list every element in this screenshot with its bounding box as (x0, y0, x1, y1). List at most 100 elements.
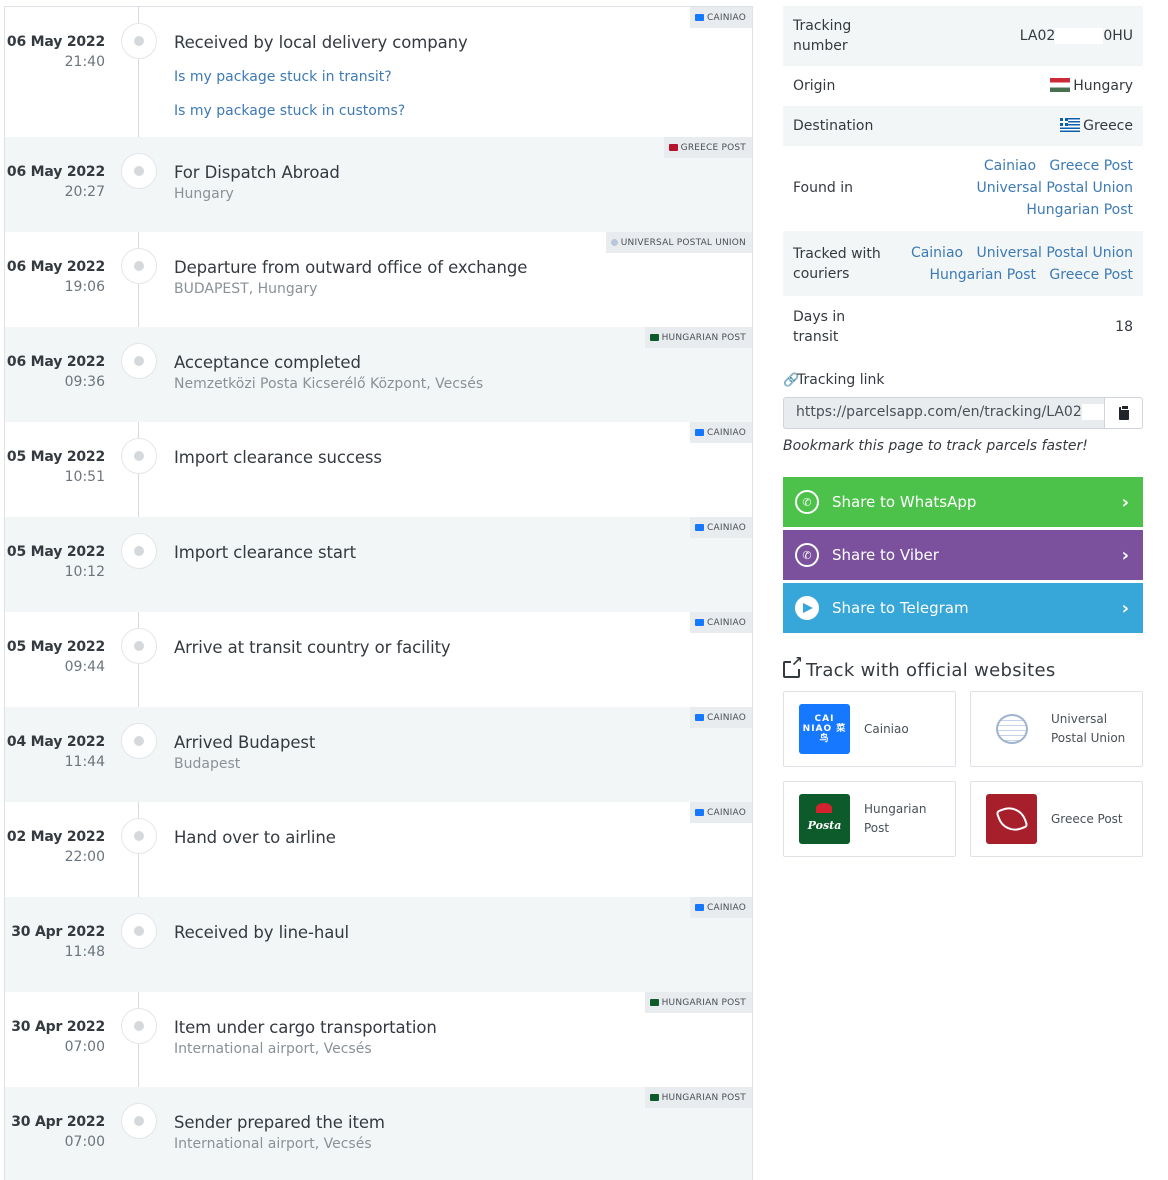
official-site-name: Greece Post (1051, 811, 1123, 826)
courier-link-upu[interactable]: Universal Postal Union (976, 180, 1133, 196)
hungarian-post-logo-icon: Posta (799, 794, 850, 844)
event-date: 06 May 2022 (6, 34, 105, 50)
courier-badge: CAINIAO (690, 422, 752, 443)
courier-link-cainiao[interactable]: Cainiao (984, 158, 1036, 174)
courier-link-greece-post[interactable]: Greece Post (1049, 267, 1133, 283)
event-status: Sender prepared the item (174, 1113, 385, 1132)
tracked-with-value: Cainiao Universal Postal Union Hungarian… (893, 242, 1133, 286)
event-time: 09:44 (64, 659, 105, 675)
hungary-flag-icon (1050, 78, 1071, 92)
cainiao-logo-icon (695, 619, 705, 626)
official-site-name: Hungarian Post (864, 802, 927, 835)
event-time: 19:06 (64, 279, 105, 295)
tracking-number-value: LA02 0HU (1019, 28, 1133, 44)
courier-link-upu[interactable]: Universal Postal Union (976, 245, 1133, 261)
event-status: Received by local delivery company (174, 33, 468, 52)
tracking-link-heading: 🔗Tracking link (783, 372, 885, 388)
share-viber-button[interactable]: ✆ Share to Viber › (783, 530, 1143, 580)
found-in-value: Cainiao Greece Post Universal Postal Uni… (903, 155, 1133, 221)
destination-label: Destination (793, 118, 874, 134)
event-time: 11:44 (64, 754, 105, 770)
cainiao-logo-icon (695, 14, 705, 21)
courier-badge: GREECE POST (663, 137, 752, 158)
tracking-number-row: Tracking number LA02 0HU (783, 6, 1143, 66)
courier-link-cainiao[interactable]: Cainiao (911, 245, 963, 261)
timeline-event: 06 May 2022 20:27 For Dispatch Abroad Hu… (5, 137, 752, 232)
courier-badge: HUNGARIAN POST (644, 1087, 752, 1108)
timeline-event: 30 Apr 2022 07:00 Sender prepared the it… (5, 1087, 752, 1180)
courier-link-hungarian-post[interactable]: Hungarian Post (929, 267, 1036, 283)
telegram-icon (795, 596, 819, 620)
timeline-dot-icon (121, 343, 157, 379)
days-in-transit-row: Days in transit 18 (783, 296, 1143, 358)
timeline-event: 05 May 2022 10:51 Import clearance succe… (5, 422, 752, 517)
courier-badge: CAINIAO (690, 707, 752, 728)
hungarian-post-logo-icon (649, 334, 659, 341)
tracking-link-field[interactable]: https://parcelsapp.com/en/tracking/LA02 (783, 397, 1105, 429)
timeline-event: 06 May 2022 19:06 Departure from outward… (5, 232, 752, 327)
copy-link-button[interactable] (1104, 397, 1143, 429)
tracked-with-label: Tracked with couriers (793, 246, 881, 282)
event-time: 22:00 (64, 849, 105, 865)
stuck-in-customs-link[interactable]: Is my package stuck in customs? (174, 103, 405, 119)
courier-link-hungarian-post[interactable]: Hungarian Post (1026, 202, 1133, 218)
chevron-right-icon: › (1121, 598, 1129, 619)
event-status: Import clearance success (174, 448, 382, 467)
share-telegram-button[interactable]: Share to Telegram › (783, 583, 1143, 633)
timeline-dot-icon (121, 628, 157, 664)
upu-logo-icon (610, 239, 618, 246)
redaction-mask (1081, 404, 1104, 420)
official-site-greece-post[interactable]: Greece Post (970, 781, 1143, 857)
official-site-cainiao[interactable]: CAI NIAO 菜鸟 Cainiao (783, 691, 956, 767)
event-time: 07:00 (64, 1134, 105, 1150)
event-time: 09:36 (64, 374, 105, 390)
redaction-mask (1055, 28, 1104, 44)
timeline-dot-icon (121, 23, 157, 59)
courier-badge: UNIVERSAL POSTAL UNION (605, 232, 752, 253)
official-site-name: Universal Postal Union (1051, 712, 1126, 745)
days-in-transit-value: 18 (1115, 319, 1133, 335)
timeline-dot-icon (121, 153, 157, 189)
timeline-dot-icon (121, 723, 157, 759)
origin-row: Origin Hungary (783, 66, 1143, 106)
cainiao-logo-icon (695, 524, 705, 531)
event-date: 04 May 2022 (6, 734, 105, 750)
event-status: Item under cargo transportation (174, 1018, 437, 1037)
cainiao-logo-icon (695, 904, 705, 911)
cainiao-logo-icon: CAI NIAO 菜鸟 (799, 704, 850, 754)
share-telegram-label: Share to Telegram (832, 599, 969, 617)
courier-link-greece-post[interactable]: Greece Post (1049, 158, 1133, 174)
timeline-dot-icon (121, 818, 157, 854)
event-location: Hungary (174, 186, 234, 202)
official-site-hungarian-post[interactable]: Posta Hungarian Post (783, 781, 956, 857)
stuck-in-transit-link[interactable]: Is my package stuck in transit? (174, 69, 392, 85)
event-time: 11:48 (64, 944, 105, 960)
event-date: 06 May 2022 (6, 354, 105, 370)
timeline-event: 30 Apr 2022 11:48 Received by line-haul … (5, 897, 752, 992)
event-location: BUDAPEST, Hungary (174, 281, 318, 297)
share-whatsapp-button[interactable]: ✆ Share to WhatsApp › (783, 477, 1143, 527)
event-location: International airport, Vecsés (174, 1041, 372, 1057)
timeline-dot-icon (121, 248, 157, 284)
official-site-upu[interactable]: Universal Postal Union (970, 691, 1143, 767)
event-location: Budapest (174, 756, 241, 772)
event-status: Arrived Budapest (174, 733, 316, 752)
event-date: 02 May 2022 (6, 829, 105, 845)
timeline-event: 06 May 2022 21:40 Received by local deli… (5, 7, 752, 119)
event-time: 10:12 (64, 564, 105, 580)
whatsapp-icon: ✆ (795, 490, 819, 514)
found-in-label: Found in (793, 180, 853, 196)
timeline-event: 30 Apr 2022 07:00 Item under cargo trans… (5, 992, 752, 1087)
event-date: 05 May 2022 (6, 544, 105, 560)
external-link-icon (783, 655, 803, 678)
share-viber-label: Share to Viber (832, 546, 939, 564)
event-location: Nemzetközi Posta Kicserélő Központ, Vecs… (174, 376, 484, 392)
share-whatsapp-label: Share to WhatsApp (832, 493, 977, 511)
event-status: Departure from outward office of exchang… (174, 258, 528, 277)
courier-badge: HUNGARIAN POST (644, 992, 752, 1013)
hungarian-post-logo-icon (649, 1094, 659, 1101)
greece-post-logo-icon (668, 144, 678, 151)
days-in-transit-label: Days in transit (793, 309, 846, 345)
timeline-dot-icon (121, 913, 157, 949)
event-status: Hand over to airline (174, 828, 336, 847)
